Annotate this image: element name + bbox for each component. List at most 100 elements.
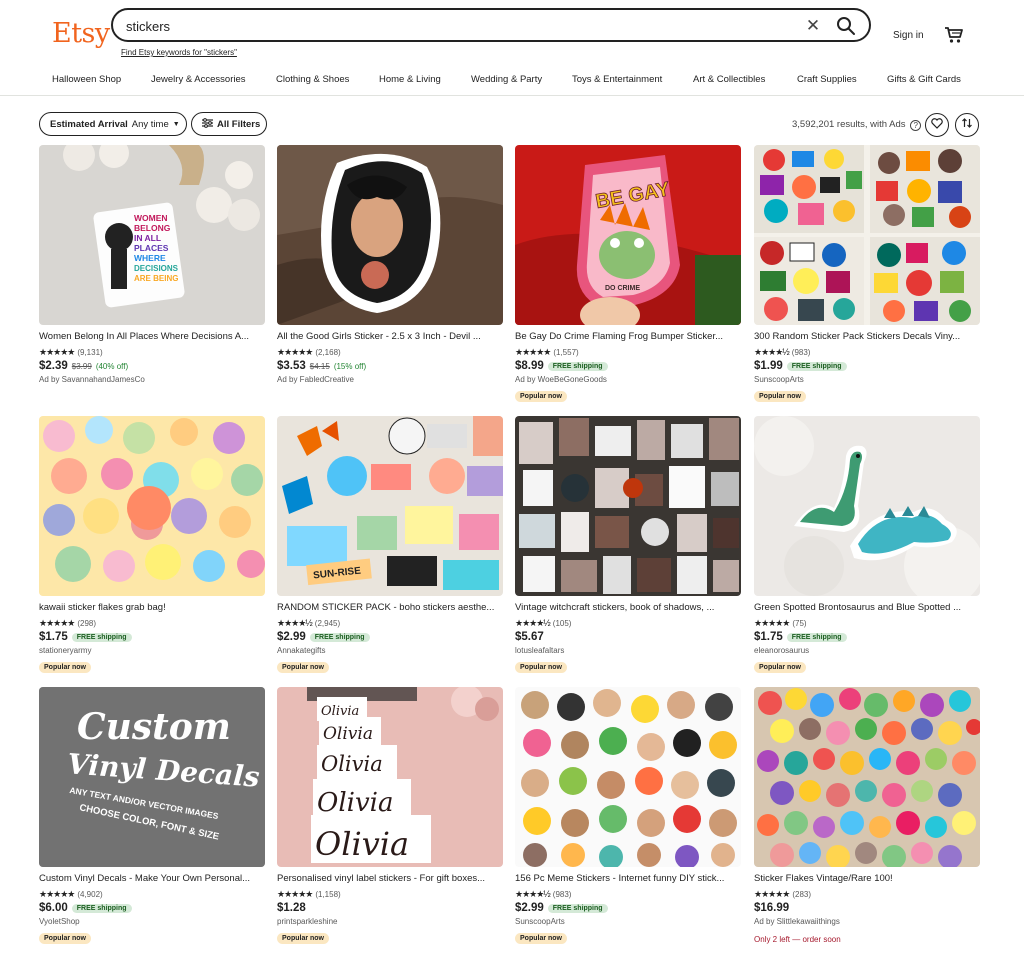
price-row: $1.75 FREE shipping xyxy=(754,631,847,643)
listing-rating: ★★★★★ (4,902) xyxy=(39,889,103,900)
price-row: $2.99 FREE shipping xyxy=(277,631,370,643)
category-art-collectibles[interactable]: Art & Collectibles xyxy=(693,74,765,85)
estimated-arrival-filter[interactable]: Estimated Arrival Any time ▼ xyxy=(39,112,187,136)
search-icon[interactable] xyxy=(835,15,857,37)
listing-image[interactable] xyxy=(515,687,741,867)
category-nav: Halloween Shop Jewelry & Accessories Clo… xyxy=(52,74,972,88)
listing-rating: ★★★★★ (1,557) xyxy=(515,347,579,358)
shop-name: Ad by SavannahandJamesCo xyxy=(39,375,145,384)
star-rating-icon: ★★★★★ xyxy=(754,889,790,899)
free-shipping-badge: FREE shipping xyxy=(786,361,847,371)
review-count: (4,902) xyxy=(77,890,103,899)
close-icon[interactable]: ✕ xyxy=(803,16,823,36)
free-shipping-badge: FREE shipping xyxy=(786,632,847,642)
star-rating-icon: ★★★★★ xyxy=(39,618,75,628)
listing-title[interactable]: Custom Vinyl Decals - Make Your Own Pers… xyxy=(39,873,265,884)
sign-in-link[interactable]: Sign in xyxy=(893,30,924,41)
search-input[interactable] xyxy=(126,15,786,37)
category-halloween-shop[interactable]: Halloween Shop xyxy=(52,74,121,85)
listing-image[interactable] xyxy=(754,416,980,596)
price-row: $1.75 FREE shipping xyxy=(39,631,132,643)
price-row: $6.00 FREE shipping xyxy=(39,902,132,914)
shop-name: lotusleafaltars xyxy=(515,646,565,655)
popular-now-badge: Popular now xyxy=(277,933,329,944)
etsy-logo[interactable]: Etsy xyxy=(52,18,110,49)
review-count: (105) xyxy=(552,619,572,628)
category-wedding-party[interactable]: Wedding & Party xyxy=(471,74,542,85)
listing-title[interactable]: Sticker Flakes Vintage/Rare 100! xyxy=(754,873,980,884)
listing-image[interactable] xyxy=(277,145,503,325)
sort-icon xyxy=(961,116,973,134)
free-shipping-badge: FREE shipping xyxy=(71,903,132,913)
category-gifts-gift-cards[interactable]: Gifts & Gift Cards xyxy=(887,74,961,85)
listing-image[interactable] xyxy=(39,416,265,596)
sticker-text-are-being: ARE BEING xyxy=(134,274,178,283)
free-shipping-badge: FREE shipping xyxy=(547,361,608,371)
listing-image[interactable]: BE GAY DO CRIME xyxy=(515,145,741,325)
listing-image[interactable]: WOMEN BELONG IN ALL PLACES WHERE DECISIO… xyxy=(39,145,265,325)
search-bar[interactable]: ✕ xyxy=(111,8,871,42)
price-row: $16.99 xyxy=(754,902,789,914)
shop-name: eleanorosaurus xyxy=(754,646,810,655)
help-icon[interactable]: ? xyxy=(910,120,922,131)
listing-price: $8.99 xyxy=(515,360,544,372)
price-row: $1.28 xyxy=(277,902,306,914)
star-rating-icon: ★★★★★ xyxy=(277,889,313,899)
listing-title[interactable]: Women Belong In All Places Where Decisio… xyxy=(39,331,265,342)
site-header: Etsy ✕ Find Etsy keywords for "stickers"… xyxy=(0,0,1024,96)
discount-text: (40% off) xyxy=(95,361,129,371)
cart-icon[interactable] xyxy=(944,25,964,45)
category-home-living[interactable]: Home & Living xyxy=(379,74,441,85)
listing-rating: ★★★★★ (298) xyxy=(39,618,96,629)
label-text-olivia-1: Olivia xyxy=(321,704,359,719)
shop-name: Ad by Slittlekawaiithings xyxy=(754,917,840,926)
listing-title[interactable]: RANDOM STICKER PACK - boho stickers aest… xyxy=(277,602,503,613)
listing-title[interactable]: Be Gay Do Crime Flaming Frog Bumper Stic… xyxy=(515,331,741,342)
listing-title[interactable]: 156 Pc Meme Stickers - Internet funny DI… xyxy=(515,873,741,884)
star-rating-icon: ★★★★★ xyxy=(39,347,75,357)
listing-price: $1.99 xyxy=(754,360,783,372)
listing-rating: ★★★★½ (983) xyxy=(754,347,810,358)
results-count-text: 3,592,201 results, with Ads xyxy=(792,119,906,130)
listing-rating: ★★★★½ (2,945) xyxy=(277,618,340,629)
category-jewelry-accessories[interactable]: Jewelry & Accessories xyxy=(151,74,246,85)
listing-rating: ★★★★★ (9,131) xyxy=(39,347,103,358)
category-craft-supplies[interactable]: Craft Supplies xyxy=(797,74,857,85)
listing-image[interactable]: Olivia Olivia Olivia Olivia Olivia xyxy=(277,687,503,867)
listing-title[interactable]: Vintage witchcraft stickers, book of sha… xyxy=(515,602,741,613)
listing-title[interactable]: 300 Random Sticker Pack Stickers Decals … xyxy=(754,331,980,342)
results-count: 3,592,201 results, with Ads ? xyxy=(792,119,922,131)
popular-now-badge: Popular now xyxy=(39,662,91,673)
arrival-value: Any time xyxy=(131,118,169,130)
star-rating-icon: ★★★★★ xyxy=(515,347,551,357)
listing-image[interactable] xyxy=(754,687,980,867)
label-text-olivia-5: Olivia xyxy=(315,825,409,863)
favorite-search-button[interactable] xyxy=(925,113,949,137)
listing-title[interactable]: Green Spotted Brontosaurus and Blue Spot… xyxy=(754,602,980,613)
sort-button[interactable] xyxy=(955,113,979,137)
free-shipping-badge: FREE shipping xyxy=(71,632,132,642)
free-shipping-badge: FREE shipping xyxy=(309,632,370,642)
listing-rating: ★★★★½ (983) xyxy=(515,889,571,900)
star-rating-icon: ★★★★½ xyxy=(515,889,551,899)
listing-rating: ★★★★½ (105) xyxy=(515,618,571,629)
popular-now-badge: Popular now xyxy=(515,391,567,402)
decal-text-custom: Custom xyxy=(77,706,231,748)
category-toys-entertainment[interactable]: Toys & Entertainment xyxy=(572,74,662,85)
price-row: $2.39 $3.99 (40% off) xyxy=(39,360,128,372)
listing-title[interactable]: Personalised vinyl label stickers - For … xyxy=(277,873,503,884)
sticker-text-women: WOMEN xyxy=(134,213,168,223)
listing-image[interactable] xyxy=(515,416,741,596)
etsy-keywords-link[interactable]: Find Etsy keywords for "stickers" xyxy=(121,48,237,57)
listing-title[interactable]: All the Good Girls Sticker - 2.5 x 3 Inc… xyxy=(277,331,503,342)
listing-image[interactable]: Custom Vinyl Decals ANY TEXT AND/OR VECT… xyxy=(39,687,265,867)
category-clothing-shoes[interactable]: Clothing & Shoes xyxy=(276,74,349,85)
listing-price: $1.75 xyxy=(754,631,783,643)
listing-image[interactable]: SUN-RISE xyxy=(277,416,503,596)
listing-price: $2.39 xyxy=(39,360,68,372)
discount-text: (15% off) xyxy=(333,361,367,371)
shop-name: stationeryarmy xyxy=(39,646,92,655)
listing-image[interactable] xyxy=(754,145,980,325)
listing-title[interactable]: kawaii sticker flakes grab bag! xyxy=(39,602,265,613)
all-filters-button[interactable]: All Filters xyxy=(191,112,267,136)
